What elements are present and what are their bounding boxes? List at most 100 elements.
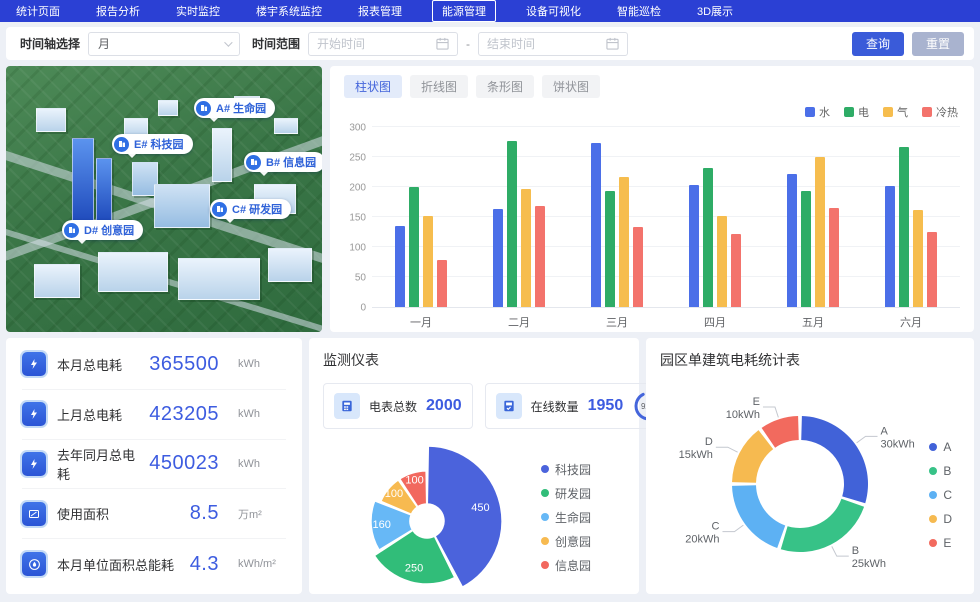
bar-电[interactable] <box>605 191 615 307</box>
bar-group-三月[interactable] <box>568 128 666 307</box>
rose-slice-value: 250 <box>405 562 423 574</box>
start-date-input[interactable] <box>317 37 430 51</box>
legend-item-电[interactable]: 电 <box>844 104 869 120</box>
building-icon <box>212 202 227 217</box>
bar-冷热[interactable] <box>535 206 545 307</box>
legend-item-研发园[interactable]: 研发园 <box>541 485 591 502</box>
map-label-info-park[interactable]: B# 信息园 <box>244 152 322 172</box>
bar-气[interactable] <box>521 189 531 307</box>
nav-item-energy-mgmt[interactable]: 能源管理 <box>432 0 496 22</box>
nav-item-smart-patrol[interactable]: 智能巡检 <box>611 1 667 21</box>
online-count-value: 1950 <box>588 397 624 415</box>
bar-电[interactable] <box>899 147 909 307</box>
nav-item-device-visual[interactable]: 设备可视化 <box>520 1 587 21</box>
legend-item-B[interactable]: B <box>929 464 952 478</box>
donut-slice-B[interactable] <box>781 499 864 552</box>
meter-total-value: 2000 <box>426 397 462 415</box>
bar-水[interactable] <box>591 143 601 307</box>
bar-水[interactable] <box>493 209 503 307</box>
nav-item-3d-display[interactable]: 3D展示 <box>691 1 739 21</box>
bar-水[interactable] <box>689 185 699 307</box>
nav-item-building-system[interactable]: 楼宇系统监控 <box>250 1 328 21</box>
building-icon <box>64 223 79 238</box>
bar-group-四月[interactable] <box>666 128 764 307</box>
legend-dot <box>929 443 937 451</box>
map-label-life-park[interactable]: A# 生命园 <box>194 98 275 118</box>
bar-冷热[interactable] <box>633 227 643 307</box>
map-3d-view[interactable]: A# 生命园 E# 科技园 B# 信息园 C# 研发园 D# 创意园 <box>6 66 322 332</box>
legend-item-科技园[interactable]: 科技园 <box>541 461 591 478</box>
nav-item-statistics[interactable]: 统计页面 <box>10 1 66 21</box>
bar-气[interactable] <box>913 210 923 307</box>
bar-冷热[interactable] <box>927 232 937 307</box>
stat-value: 4.3 <box>190 553 219 576</box>
donut-slice-C[interactable] <box>732 485 785 548</box>
bar-冷热[interactable] <box>437 260 447 307</box>
bar-气[interactable] <box>423 216 433 307</box>
bar-电[interactable] <box>801 191 811 307</box>
x-tick-label: 二月 <box>470 308 568 330</box>
bar-电[interactable] <box>507 141 517 307</box>
end-date-input[interactable] <box>487 37 600 51</box>
legend-item-生命园[interactable]: 生命园 <box>541 509 591 526</box>
donut-label-value: 15kWh <box>679 449 713 461</box>
map-label-rd-park[interactable]: C# 研发园 <box>210 199 291 219</box>
bar-电[interactable] <box>409 187 419 307</box>
legend-item-冷热[interactable]: 冷热 <box>922 104 958 120</box>
bar-group-六月[interactable] <box>862 128 960 307</box>
bar-冷热[interactable] <box>829 208 839 307</box>
bar-chart: 050100150200250300 <box>344 128 960 308</box>
rose-slice-value: 450 <box>471 502 489 514</box>
tab-bar-chart[interactable]: 柱状图 <box>344 75 402 98</box>
map-building <box>36 108 66 132</box>
bar-水[interactable] <box>395 226 405 307</box>
tab-line-chart[interactable]: 折线图 <box>410 75 468 98</box>
bar-电[interactable] <box>703 168 713 307</box>
stat-value: 8.5 <box>190 502 219 525</box>
donut-label-name: B <box>852 545 859 557</box>
time-axis-select[interactable]: 月 <box>88 32 240 56</box>
legend-item-E[interactable]: E <box>929 536 952 550</box>
bar-气[interactable] <box>717 216 727 307</box>
bar-group-二月[interactable] <box>470 128 568 307</box>
start-date-field[interactable] <box>308 32 458 56</box>
bar-group-一月[interactable] <box>372 128 470 307</box>
legend-item-信息园[interactable]: 信息园 <box>541 557 591 574</box>
nav-item-report-analysis[interactable]: 报告分析 <box>90 1 146 21</box>
legend-item-创意园[interactable]: 创意园 <box>541 533 591 550</box>
legend-item-D[interactable]: D <box>929 512 952 526</box>
meter-total-card[interactable]: 电表总数 2000 <box>323 383 473 429</box>
legend-swatch <box>844 107 854 117</box>
legend-item-A[interactable]: A <box>929 440 952 454</box>
bar-chart-plot[interactable] <box>372 128 960 308</box>
bar-气[interactable] <box>815 157 825 307</box>
time-range-label: 时间范围 <box>252 35 300 52</box>
building-energy-panel: 园区单建筑电耗统计表 A30kWhB25kWhC20kWhD15kWhE10kW… <box>646 338 974 594</box>
stat-unit: 万m² <box>238 506 286 522</box>
donut-slice-D[interactable] <box>732 430 773 483</box>
nav-item-report-mgmt[interactable]: 报表管理 <box>352 1 408 21</box>
map-label-text: E# 科技园 <box>134 136 184 152</box>
bar-冷热[interactable] <box>731 234 741 307</box>
legend-dot <box>541 513 549 521</box>
legend-item-水[interactable]: 水 <box>805 104 830 120</box>
park-rose-chart[interactable]: 450250160100100 <box>323 433 541 601</box>
query-button[interactable]: 查询 <box>852 32 904 56</box>
bar-水[interactable] <box>787 174 797 307</box>
tab-pie-chart[interactable]: 饼状图 <box>542 75 600 98</box>
end-date-field[interactable] <box>478 32 628 56</box>
tab-hbar-chart[interactable]: 条形图 <box>476 75 534 98</box>
bar-水[interactable] <box>885 186 895 307</box>
reset-button[interactable]: 重置 <box>912 32 964 56</box>
bar-气[interactable] <box>619 177 629 307</box>
stat-label: 上月总电耗 <box>57 405 138 424</box>
legend-item-C[interactable]: C <box>929 488 952 502</box>
legend-dot <box>541 489 549 497</box>
map-label-creative-park[interactable]: D# 创意园 <box>62 220 143 240</box>
map-label-tech-park[interactable]: E# 科技园 <box>112 134 193 154</box>
nav-item-realtime-monitor[interactable]: 实时监控 <box>170 1 226 21</box>
legend-item-气[interactable]: 气 <box>883 104 908 120</box>
bar-group-五月[interactable] <box>764 128 862 307</box>
building-donut-chart[interactable]: A30kWhB25kWhC20kWhD15kWhE10kWh <box>660 370 960 598</box>
donut-slice-A[interactable] <box>801 416 868 503</box>
